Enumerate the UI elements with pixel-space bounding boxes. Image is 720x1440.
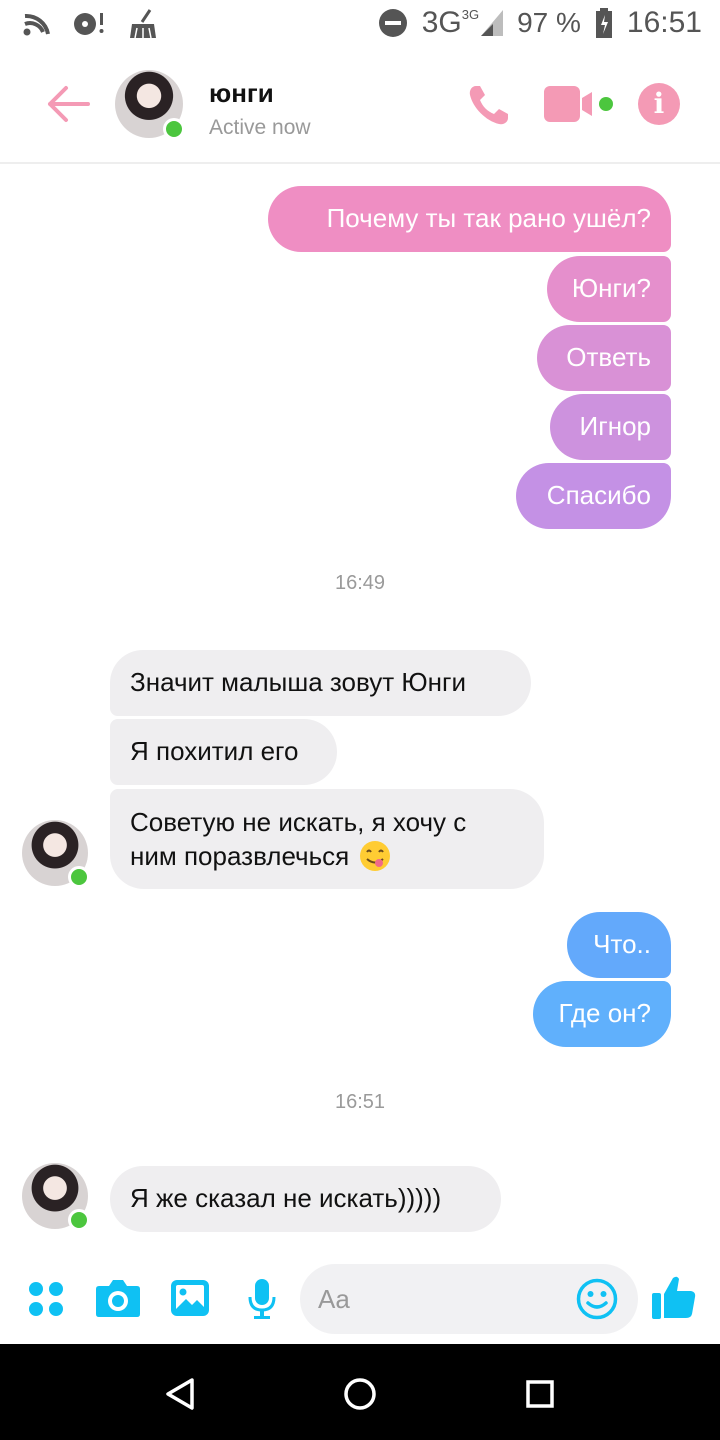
incoming-message[interactable]: Я же сказал не искать))))): [110, 1166, 501, 1232]
camera-icon[interactable]: [95, 1278, 141, 1318]
online-indicator: [68, 866, 90, 888]
timestamp: 16:49: [334, 572, 386, 594]
timestamp: 16:51: [334, 1091, 386, 1113]
mic-icon[interactable]: [247, 1278, 277, 1320]
contact-status: Active now: [209, 116, 311, 139]
video-icon[interactable]: [544, 86, 616, 122]
message-line: Советую не искать, я хочу с: [130, 807, 467, 837]
contact-avatar[interactable]: [115, 70, 185, 140]
network-type: 3G: [421, 6, 462, 39]
clock: 16:51: [626, 6, 702, 39]
battery-icon: [595, 8, 612, 38]
thumbs-up-icon[interactable]: [651, 1274, 697, 1320]
gallery-icon[interactable]: [170, 1279, 210, 1317]
outgoing-message[interactable]: Почему ты так рано ушёл?: [268, 186, 671, 252]
incoming-message[interactable]: Я похитил его: [110, 719, 337, 785]
outgoing-message[interactable]: Юнги?: [547, 256, 671, 322]
music-icon: [74, 13, 104, 35]
yum-emoji-icon: [360, 841, 391, 871]
messenger-screen: 3G3G 97 % 16:51 юнги Active now i Почему…: [0, 0, 720, 1440]
cleaner-icon: [130, 9, 156, 39]
nav-back-icon[interactable]: [160, 1374, 200, 1414]
online-indicator: [68, 1209, 90, 1231]
signal-icon: [481, 10, 504, 36]
apps-icon[interactable]: [28, 1281, 64, 1317]
message-composer: Aa: [0, 1254, 720, 1344]
online-indicator: [163, 118, 185, 140]
battery-level: 97 %: [517, 7, 581, 38]
outgoing-message[interactable]: Ответь: [537, 325, 671, 391]
outgoing-message[interactable]: Игнор: [550, 394, 671, 460]
contact-avatar[interactable]: [22, 1163, 90, 1231]
outgoing-message[interactable]: Где он?: [533, 981, 671, 1047]
nav-recent-icon[interactable]: [520, 1374, 560, 1414]
outgoing-message[interactable]: Что..: [567, 912, 671, 978]
status-bar: 3G3G 97 % 16:51: [0, 0, 720, 50]
message-line: ним поразвлечься: [130, 841, 350, 871]
chat-header: юнги Active now i: [0, 50, 720, 164]
nav-home-icon[interactable]: [340, 1374, 380, 1414]
system-navigation-bar: [0, 1344, 720, 1440]
back-arrow-icon[interactable]: [44, 80, 92, 128]
phone-icon[interactable]: [466, 82, 512, 128]
wifi-icon: [23, 13, 50, 36]
emoji-icon[interactable]: [576, 1278, 618, 1320]
dnd-icon: [378, 9, 407, 37]
info-icon[interactable]: i: [638, 83, 680, 125]
outgoing-message[interactable]: Спасибо: [516, 463, 671, 529]
message-input-placeholder: Aa: [318, 1284, 350, 1314]
incoming-message[interactable]: Советую не искать, я хочу с ним поразвле…: [110, 789, 544, 889]
contact-avatar[interactable]: [22, 820, 90, 888]
contact-name[interactable]: юнги: [209, 78, 274, 109]
message-input[interactable]: Aa: [300, 1264, 638, 1334]
network-type-small: 3G: [461, 7, 480, 22]
incoming-message[interactable]: Значит малыша зовут Юнги: [110, 650, 531, 716]
